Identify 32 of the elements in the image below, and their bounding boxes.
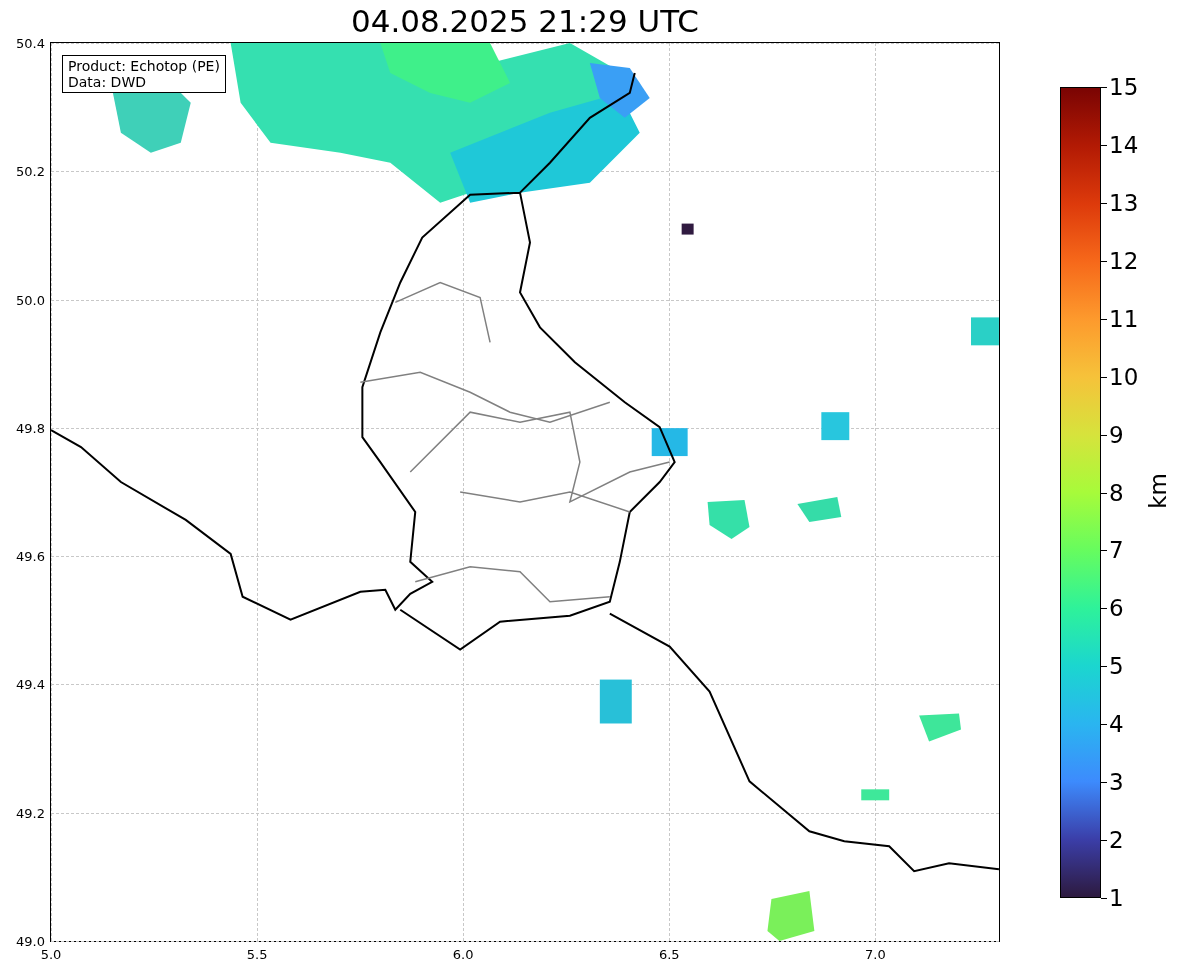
- x-tick-label: 6.0: [452, 947, 474, 962]
- colorbar-tick-label: 13: [1109, 189, 1139, 216]
- y-tick-label: 49.6: [16, 548, 45, 564]
- y-tick-label: 49.8: [16, 420, 45, 436]
- legend-text: Data: DWD: [68, 74, 147, 90]
- colorbar-tick-label: 6: [1109, 595, 1124, 622]
- colorbar-tick-label: 12: [1109, 247, 1139, 274]
- x-tick-label: 5.5: [246, 947, 268, 962]
- y-tick-label: 49.2: [16, 805, 45, 821]
- y-tick-label: 49.0: [16, 933, 45, 949]
- y-tick-label: 50.0: [16, 292, 45, 308]
- colorbar-tick-label: 1: [1109, 885, 1124, 911]
- colorbar-tick-label: 3: [1109, 769, 1124, 796]
- y-tick-label: 50.2: [16, 163, 45, 179]
- colorbar-tick-label: 10: [1109, 363, 1139, 390]
- y-tick-label: 49.4: [16, 676, 45, 692]
- colorbar-tick-label: 8: [1109, 479, 1124, 506]
- colorbar-tick-label: 15: [1109, 74, 1139, 100]
- y-tick-label: 50.4: [16, 35, 45, 51]
- colorbar-tick-label: 7: [1109, 537, 1124, 564]
- colorbar-tick-label: 9: [1109, 421, 1124, 448]
- x-tick-label: 6.5: [658, 947, 680, 962]
- colorbar-tick-label: 4: [1109, 711, 1124, 738]
- colorbar-tick-label: 11: [1109, 305, 1139, 332]
- colorbar-tick-label: 2: [1109, 827, 1124, 854]
- x-tick-label: 7.0: [865, 947, 886, 962]
- legend-text: Product: Echotop (PE): [68, 58, 220, 74]
- chart-title: 04.08.2025 21:29 UTC: [351, 2, 699, 41]
- colorbar-tick-label: 14: [1109, 131, 1139, 158]
- colorbar-tick-label: 5: [1109, 653, 1124, 680]
- x-tick-label: 5.0: [40, 947, 62, 962]
- colorbar-label: km: [1144, 473, 1171, 509]
